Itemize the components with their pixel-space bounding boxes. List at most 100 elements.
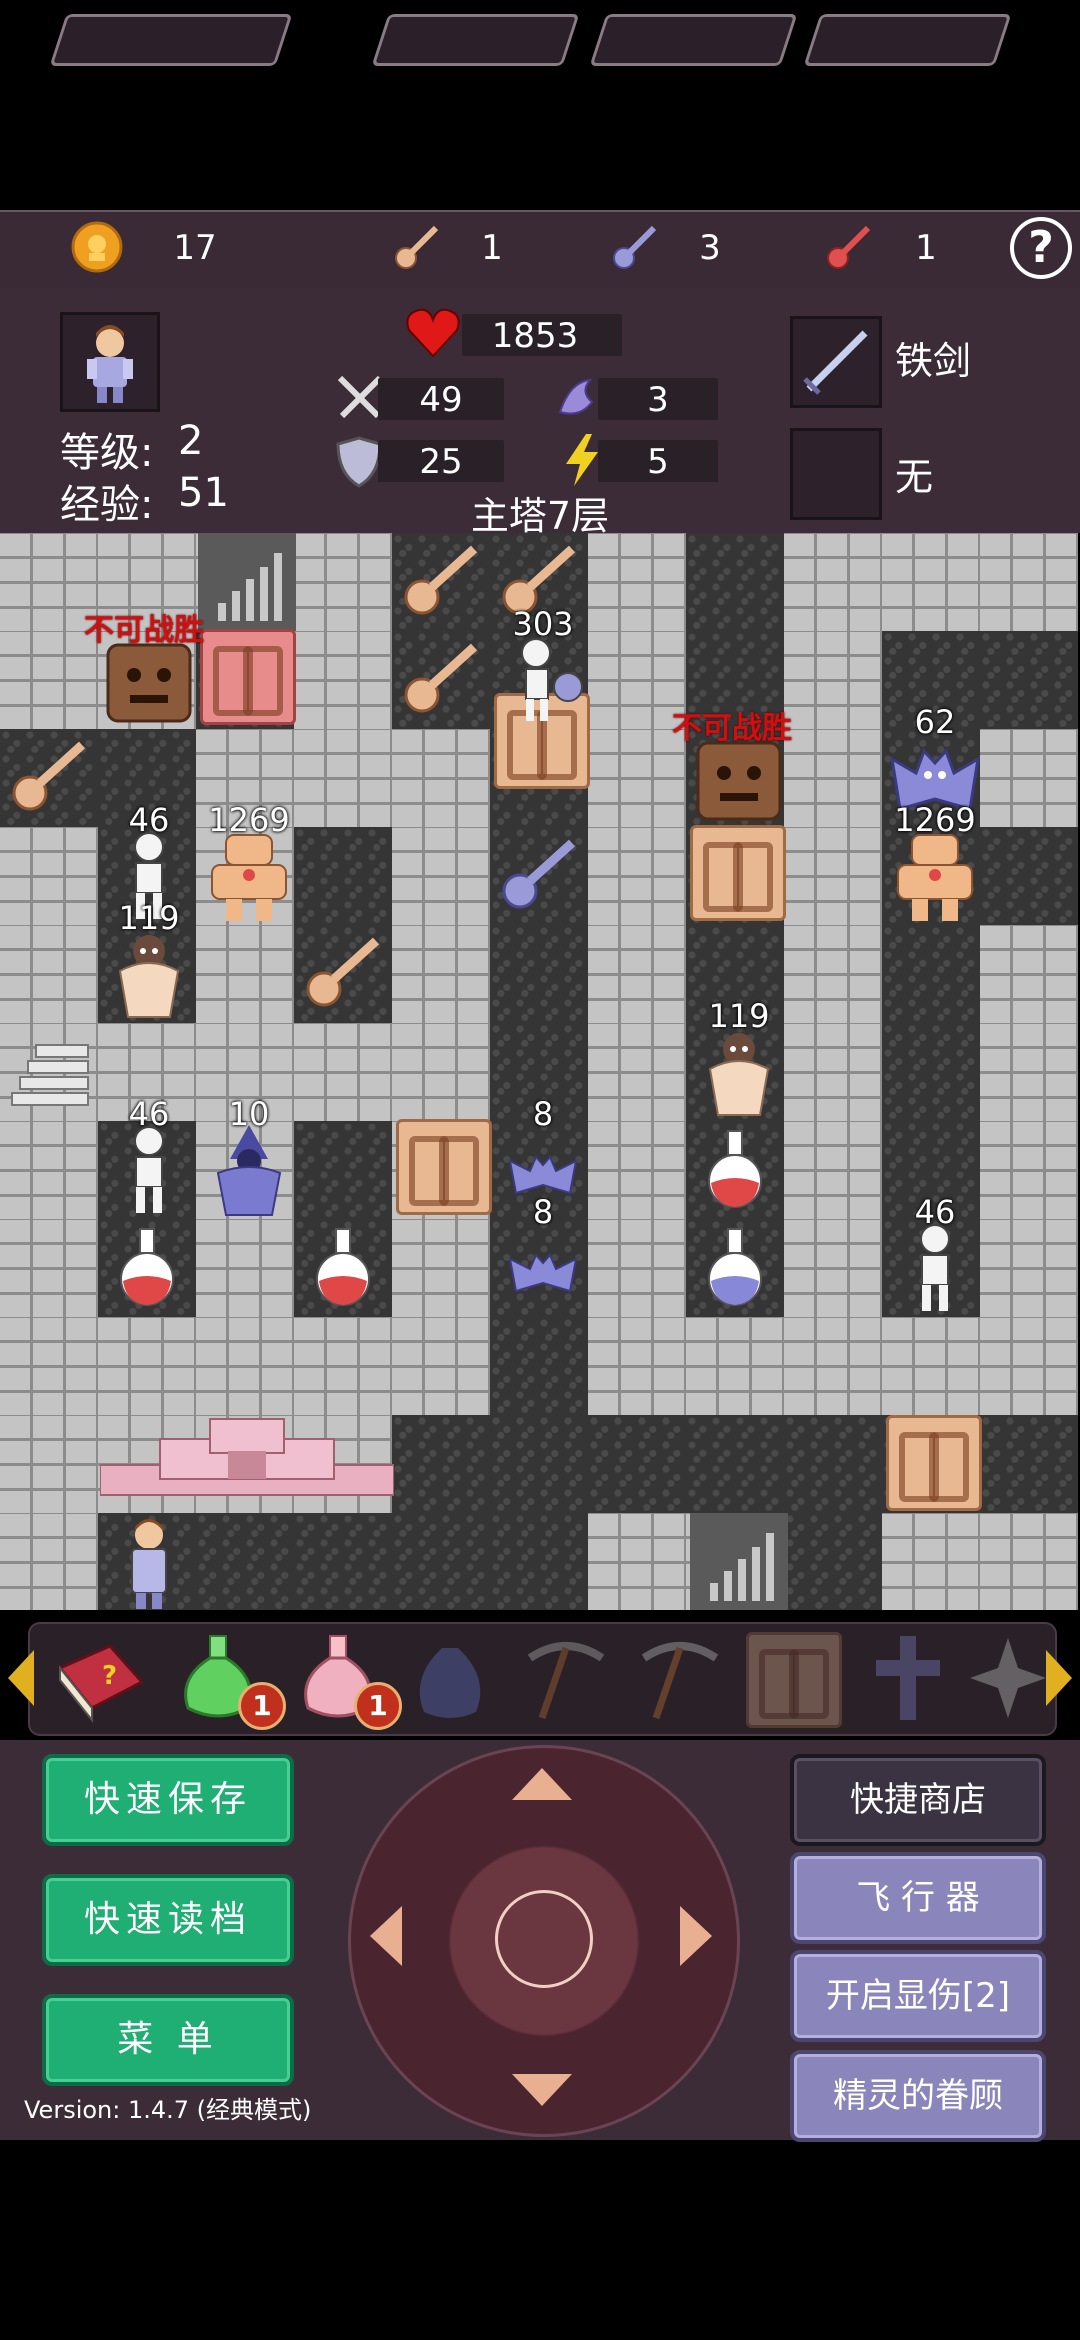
game-map[interactable]: 不可战胜 不可战胜 303 62 1269 1269 46 119 119 46… [0,533,1080,1610]
wall-tile [0,1219,98,1317]
door-item-icon[interactable] [746,1632,842,1728]
wall-tile [588,1219,686,1317]
version-text: Version: 1.4.7 (经典模式) [24,2096,312,2124]
priest-monster-icon[interactable] [100,925,198,1023]
wall-tile [392,1317,490,1415]
yellow-door-4[interactable] [886,1415,982,1511]
show-damage-button[interactable]: 开启显伤[2] [790,1950,1046,2042]
yellow-key-item-icon-4[interactable] [4,731,94,821]
blue-key-item-icon[interactable] [494,829,584,919]
help-button[interactable]: ? [1010,217,1072,279]
cross-item-icon[interactable] [858,1628,958,1728]
golem-monster-icon-2[interactable] [886,827,984,925]
red-door[interactable] [200,629,296,725]
floor-tile [784,1513,882,1610]
small-bat-monster-icon-2[interactable] [494,1219,592,1317]
quick-load-button[interactable]: 快速读档 [42,1874,294,1966]
wall-tile [784,729,882,827]
floor-tile [490,1317,588,1415]
yellow-key-item-icon-3[interactable] [396,633,486,723]
game-screen: 17 1 3 1 ? 等级: 2 经验: 51 1853 49 3 25 5 主… [0,0,1080,2340]
floor-tile [392,1513,490,1610]
wall-tile [392,925,490,1023]
damage-label: 10 [228,1095,270,1133]
golem-monster-icon[interactable] [200,827,298,925]
dpad-right-arrow-icon[interactable] [680,1906,712,1966]
damage-label: 119 [118,899,180,937]
wall-tile [588,1023,686,1121]
star-item-icon[interactable] [968,1628,1048,1728]
wall-tile [784,1023,882,1121]
dark-vase-item-icon[interactable] [400,1628,500,1728]
wall-tile [294,729,392,827]
skeleton-monster-icon-2[interactable] [100,1121,198,1219]
floor-tile [784,1415,882,1513]
damage-label: 1269 [208,801,290,839]
wall-tile [0,1513,98,1610]
dpad-center-button[interactable] [495,1890,593,1988]
wall-tile [0,1317,98,1415]
wall-tile [588,925,686,1023]
quick-shop-button[interactable]: 快捷商店 [790,1754,1046,1846]
exp-label: 经验: [60,482,154,528]
dpad-up-arrow-icon[interactable] [512,1768,572,1800]
pickaxe-item-icon[interactable] [516,1628,616,1728]
floor-tile [980,827,1078,925]
fairy-blessing-button[interactable]: 精灵的眷顾 [790,2050,1046,2142]
menu-button[interactable]: 菜 单 [42,1994,294,2086]
pickaxe-item-icon-2[interactable] [630,1628,730,1728]
skeleton-monster-icon-3[interactable] [886,1219,984,1317]
yellow-key-item-icon[interactable] [396,535,486,625]
wall-tile [196,925,294,1023]
skeleton-captain-monster-icon[interactable] [494,631,592,729]
stairs-up-icon-2[interactable] [690,1513,788,1610]
magic-defense-value: 3 [647,380,669,420]
monster-book-icon[interactable]: ? [50,1628,150,1728]
hero-player-icon[interactable] [100,1513,198,1610]
agility-value: 5 [647,442,669,482]
blue-key-slot [589,14,798,66]
blue-potion-icon[interactable] [690,1221,780,1311]
flyer-button[interactable]: 飞 行 器 [790,1852,1046,1944]
damage-label: 1269 [894,801,976,839]
armor-slot[interactable] [790,428,882,520]
quick-save-button[interactable]: 快速保存 [42,1754,294,1846]
red-potion-icon-3[interactable] [690,1123,780,1213]
blue-key-count: 3 [699,228,721,268]
defense-value: 25 [419,442,463,482]
gold-coin-icon [71,221,123,273]
yellow-door-3[interactable] [396,1119,492,1215]
scroll-left-arrow-icon[interactable] [8,1650,34,1706]
red-key-count: 1 [915,228,937,268]
floor-tile [294,1121,392,1219]
weapon-slot[interactable] [790,316,882,408]
mage-monster-icon[interactable] [200,1121,298,1219]
wall-tile [196,1219,294,1317]
dpad-down-arrow-icon[interactable] [512,2074,572,2106]
stairs-up-icon[interactable] [198,533,296,631]
floor-tile [294,1513,392,1610]
damage-label: 8 [532,1193,554,1231]
damage-label: 303 [512,605,574,643]
wall-tile [980,729,1078,827]
red-potion-icon-2[interactable] [298,1221,388,1311]
red-potion-icon[interactable] [102,1221,192,1311]
yellow-key-item-icon-5[interactable] [298,927,388,1017]
floor-tile [882,925,980,1023]
yellow-door-2[interactable] [690,825,786,921]
wall-tile [294,1317,392,1415]
wall-tile [0,827,98,925]
wall-tile [0,925,98,1023]
stairs-down-icon[interactable] [0,1023,98,1121]
altar-shop-icon[interactable] [100,1415,394,1513]
floor-tile [882,1023,980,1121]
wall-tile [784,1219,882,1317]
wall-tile [588,1513,686,1610]
iron-sword-icon [803,330,868,395]
priest-monster-icon-2[interactable] [690,1023,788,1121]
wall-tile [980,1121,1078,1219]
scroll-right-arrow-icon[interactable] [1046,1650,1072,1706]
floor-tile [490,925,588,1023]
dpad-left-arrow-icon[interactable] [370,1906,402,1966]
hp-value: 1853 [491,316,579,356]
